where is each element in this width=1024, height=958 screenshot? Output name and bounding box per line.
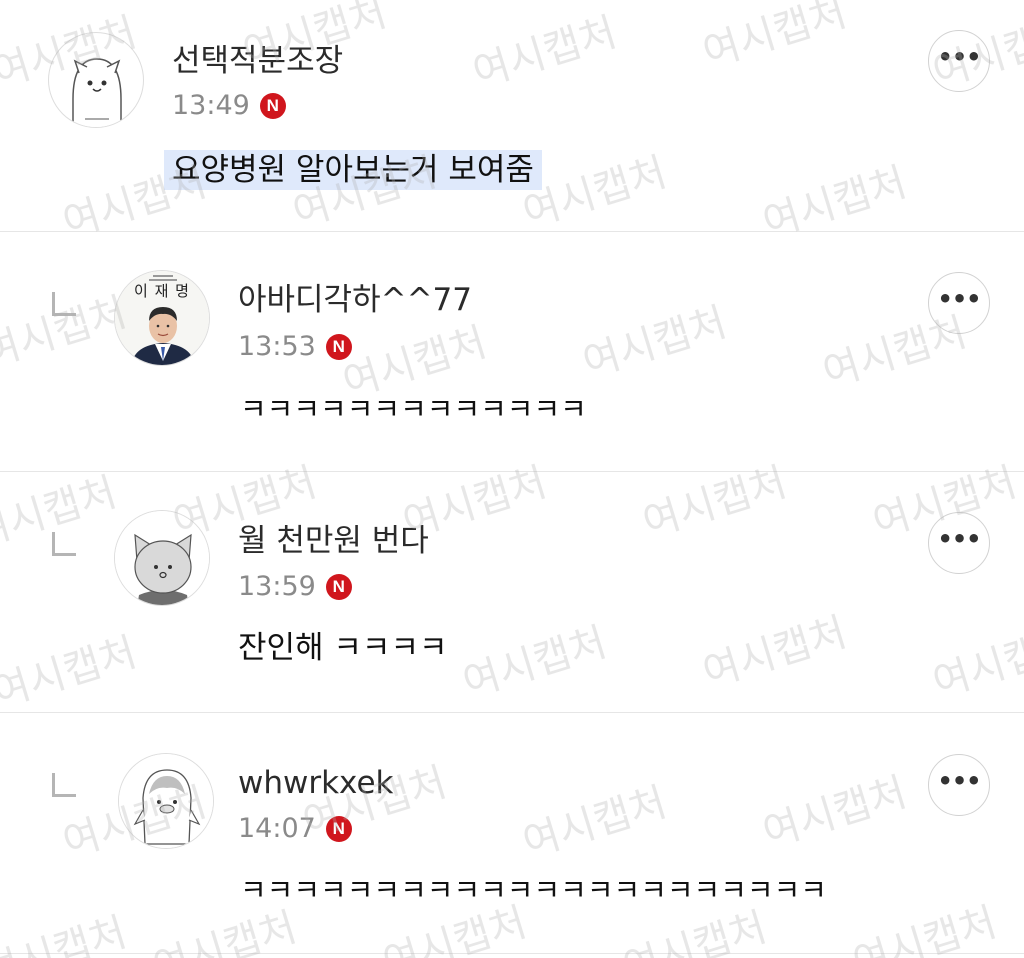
comment-item: 선택적분조장 13:49 N 요양병원 알아보는거 보여줌 ••• [0,0,1024,232]
comment-nickname[interactable]: 월 천만원 번다 [238,522,429,560]
more-options-button[interactable]: ••• [928,754,990,816]
avatar[interactable] [118,753,214,849]
new-badge-icon: N [259,93,286,119]
avatar[interactable] [114,510,210,606]
reply-arrow-icon [52,292,76,316]
comment-item: 월 천만원 번다 13:59 N 잔인해 ㅋㅋㅋㅋ ••• [0,472,1024,713]
comment-text-highlight: 요양병원 알아보는거 보여줌 [164,150,542,190]
penguin-avatar-icon [119,754,213,848]
comment-item: whwrkxek 14:07 N ㅋㅋㅋㅋㅋㅋㅋㅋㅋㅋㅋㅋㅋㅋㅋㅋㅋㅋㅋㅋㅋㅋ •… [0,713,1024,954]
new-badge-icon: N [325,816,352,842]
comment-text: ㅋㅋㅋㅋㅋㅋㅋㅋㅋㅋㅋㅋㅋㅋㅋㅋㅋㅋㅋㅋㅋㅋ [240,873,827,907]
comment-time: 13:49 [172,90,250,121]
new-badge-icon: N [325,574,352,600]
avatar[interactable] [48,32,144,128]
comment-nickname[interactable]: whwrkxek [238,764,393,802]
white-cat-avatar-icon [72,58,122,127]
comment-meta: 13:59 N [238,570,352,604]
comment-text: 요양병원 알아보는거 보여줌 [164,150,542,190]
new-badge-icon: N [325,334,352,360]
more-options-button[interactable]: ••• [928,512,990,574]
more-options-button[interactable]: ••• [928,272,990,334]
comment-meta: 14:07 N [238,812,352,846]
avatar[interactable]: 이 재 명 [114,270,210,366]
more-options-button[interactable]: ••• [928,30,990,92]
comment-time: 14:07 [238,813,316,844]
comment-item: 이 재 명 아바디각하^^77 13:53 N ㅋㅋㅋㅋㅋㅋㅋㅋㅋㅋㅋㅋㅋ ••• [0,232,1024,472]
reply-arrow-icon [52,532,76,556]
comment-text: 잔인해 ㅋㅋㅋㅋ [238,630,448,666]
comment-nickname[interactable]: 선택적분조장 [172,42,343,80]
avatar-caption: 이 재 명 [134,282,190,300]
comment-meta: 13:53 N [238,330,352,364]
comment-nickname[interactable]: 아바디각하^^77 [238,281,472,319]
comment-time: 13:59 [238,571,316,602]
comment-text: ㅋㅋㅋㅋㅋㅋㅋㅋㅋㅋㅋㅋㅋ [240,392,587,426]
reply-arrow-icon [52,773,76,797]
comment-meta: 13:49 N [172,89,286,123]
comment-time: 13:53 [238,331,316,362]
gray-cat-avatar-icon [115,511,209,605]
